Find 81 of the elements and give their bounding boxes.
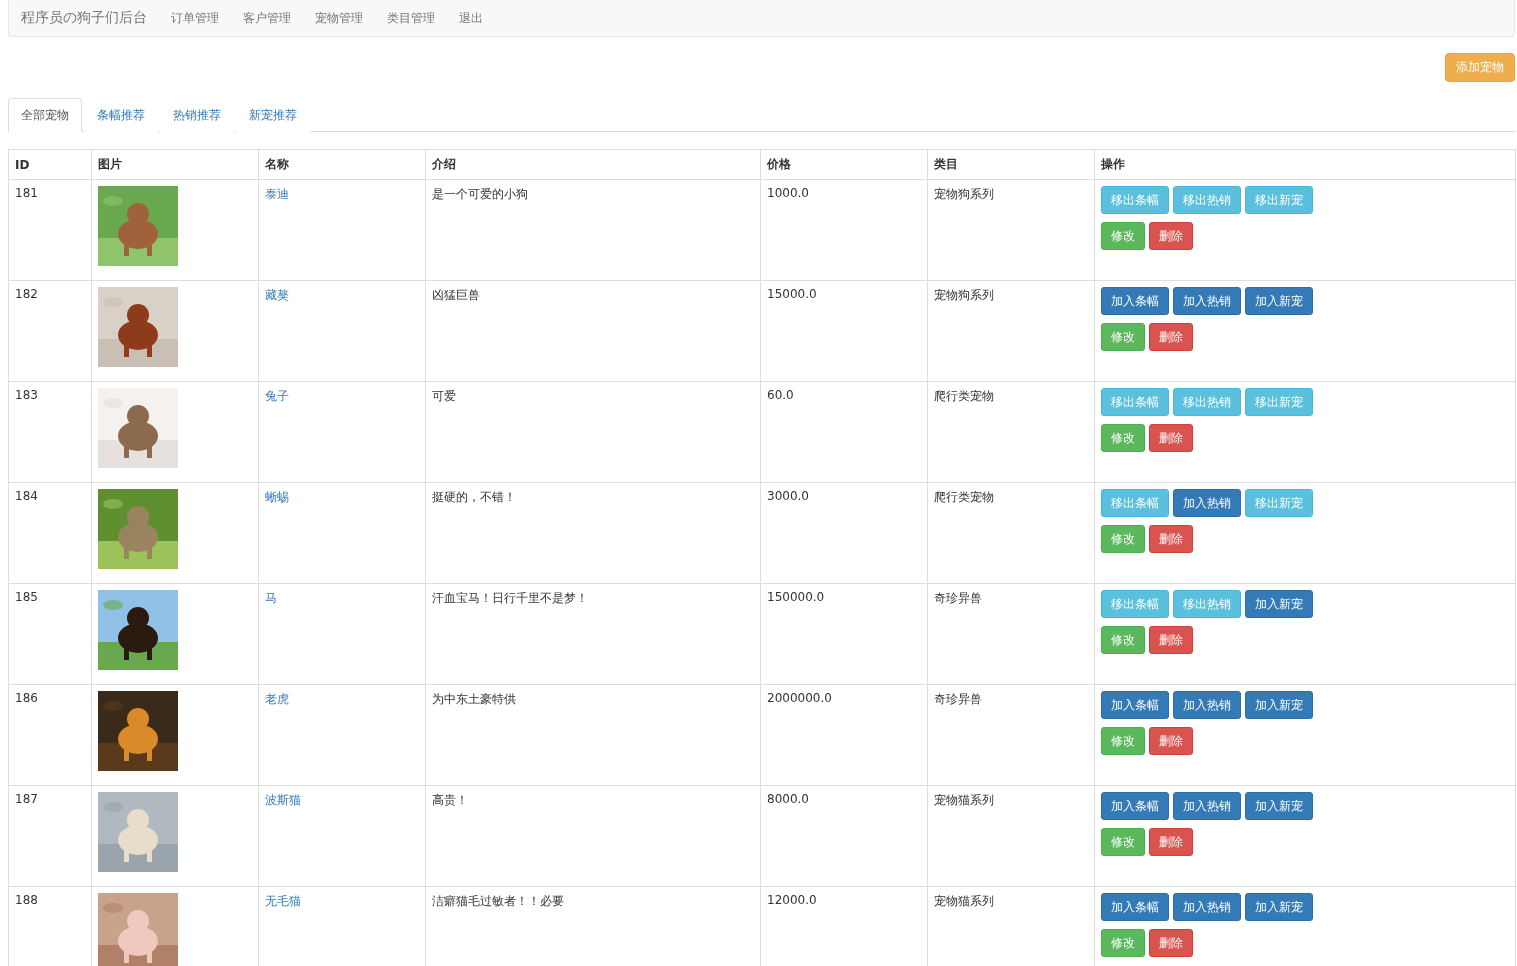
pet-name-link[interactable]: 兔子 — [265, 389, 289, 403]
column-header: 图片 — [91, 149, 259, 180]
price-cell: 15000.0 — [760, 280, 928, 382]
edit-button[interactable]: 修改 — [1101, 222, 1145, 250]
intro-cell: 可爱 — [425, 381, 761, 483]
edit-button[interactable]: 修改 — [1101, 525, 1145, 553]
add-button[interactable]: 加入条幅 — [1101, 893, 1169, 921]
intro-cell: 汗血宝马！日行千里不是梦！ — [425, 583, 761, 685]
add-button[interactable]: 加入新宠 — [1245, 893, 1313, 921]
delete-button[interactable]: 删除 — [1149, 323, 1193, 351]
tab[interactable]: 全部宠物 — [8, 98, 82, 132]
id-cell: 184 — [8, 482, 92, 584]
brand-title[interactable]: 程序员の狗子们后台 — [21, 9, 147, 27]
add-button[interactable]: 加入条幅 — [1101, 691, 1169, 719]
column-header: 名称 — [258, 149, 426, 180]
price-cell: 1000.0 — [760, 179, 928, 281]
column-header: 操作 — [1094, 149, 1516, 180]
edit-button[interactable]: 修改 — [1101, 828, 1145, 856]
add-button[interactable]: 加入热销 — [1173, 489, 1241, 517]
category-cell: 宠物狗系列 — [927, 280, 1095, 382]
delete-button[interactable]: 删除 — [1149, 828, 1193, 856]
intro-cell: 是一个可爱的小狗 — [425, 179, 761, 281]
add-button[interactable]: 加入热销 — [1173, 287, 1241, 315]
column-header: 价格 — [760, 149, 928, 180]
id-cell: 185 — [8, 583, 92, 685]
add-button[interactable]: 加入新宠 — [1245, 691, 1313, 719]
intro-cell: 高贵！ — [425, 785, 761, 887]
pet-name-link[interactable]: 波斯猫 — [265, 793, 301, 807]
id-cell: 186 — [8, 684, 92, 786]
delete-button[interactable]: 删除 — [1149, 525, 1193, 553]
edit-button[interactable]: 修改 — [1101, 626, 1145, 654]
price-cell: 60.0 — [760, 381, 928, 483]
nav-link[interactable]: 订单管理 — [171, 9, 219, 27]
id-cell: 187 — [8, 785, 92, 887]
nav-link[interactable]: 宠物管理 — [315, 9, 363, 27]
add-button[interactable]: 加入新宠 — [1245, 792, 1313, 820]
intro-cell: 凶猛巨兽 — [425, 280, 761, 382]
price-cell: 8000.0 — [760, 785, 928, 887]
column-header: 介绍 — [425, 149, 761, 180]
add-button[interactable]: 加入热销 — [1173, 691, 1241, 719]
nav-link[interactable]: 退出 — [459, 9, 483, 27]
nav-link[interactable]: 类目管理 — [387, 9, 435, 27]
pet-name-link[interactable]: 老虎 — [265, 692, 289, 706]
nav-link[interactable]: 客户管理 — [243, 9, 291, 27]
add-button[interactable]: 加入条幅 — [1101, 792, 1169, 820]
price-cell: 2000000.0 — [760, 684, 928, 786]
intro-cell: 挺硬的，不错！ — [425, 482, 761, 584]
delete-button[interactable]: 删除 — [1149, 222, 1193, 250]
pet-name-link[interactable]: 马 — [265, 591, 277, 605]
category-cell: 爬行类宠物 — [927, 482, 1095, 584]
id-cell: 188 — [8, 886, 92, 966]
delete-button[interactable]: 删除 — [1149, 424, 1193, 452]
edit-button[interactable]: 修改 — [1101, 929, 1145, 957]
pet-name-link[interactable]: 无毛猫 — [265, 894, 301, 908]
category-cell: 奇珍异兽 — [927, 684, 1095, 786]
edit-button[interactable]: 修改 — [1101, 323, 1145, 351]
pet-name-link[interactable]: 藏獒 — [265, 288, 289, 302]
price-cell: 3000.0 — [760, 482, 928, 584]
id-cell: 183 — [8, 381, 92, 483]
add-button[interactable]: 加入新宠 — [1245, 590, 1313, 618]
price-cell: 150000.0 — [760, 583, 928, 685]
category-cell: 宠物狗系列 — [927, 179, 1095, 281]
category-cell: 爬行类宠物 — [927, 381, 1095, 483]
id-cell: 182 — [8, 280, 92, 382]
pet-name-link[interactable]: 蜥蜴 — [265, 490, 289, 504]
category-cell: 宠物猫系列 — [927, 785, 1095, 887]
column-header: 类目 — [927, 149, 1095, 180]
add-button[interactable]: 加入热销 — [1173, 893, 1241, 921]
column-header: ID — [8, 149, 92, 180]
delete-button[interactable]: 删除 — [1149, 626, 1193, 654]
delete-button[interactable]: 删除 — [1149, 929, 1193, 957]
add-button[interactable]: 加入热销 — [1173, 792, 1241, 820]
pet-name-link[interactable]: 泰迪 — [265, 187, 289, 201]
add-button[interactable]: 加入新宠 — [1245, 287, 1313, 315]
id-cell: 181 — [8, 179, 92, 281]
edit-button[interactable]: 修改 — [1101, 424, 1145, 452]
edit-button[interactable]: 修改 — [1101, 727, 1145, 755]
delete-button[interactable]: 删除 — [1149, 727, 1193, 755]
category-cell: 奇珍异兽 — [927, 583, 1095, 685]
add-button[interactable]: 加入条幅 — [1101, 287, 1169, 315]
intro-cell: 为中东土豪特供 — [425, 684, 761, 786]
